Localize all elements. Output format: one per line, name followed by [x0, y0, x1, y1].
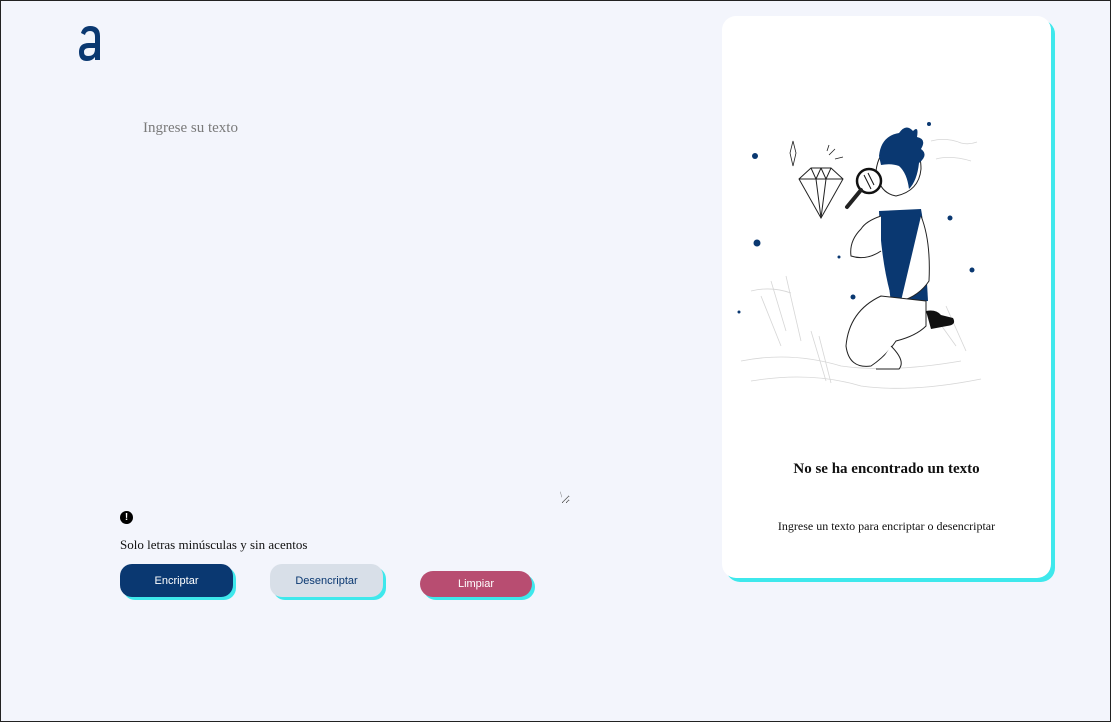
decrypt-button[interactable]: Desencriptar: [270, 564, 383, 597]
text-input[interactable]: [141, 116, 570, 504]
alura-logo: [79, 26, 100, 61]
clear-button[interactable]: Limpiar: [420, 571, 532, 597]
exclamation-circle-icon: !: [120, 511, 133, 524]
no-text-title: No se ha encontrado un texto: [793, 461, 980, 477]
person-with-magnifier-illustration: [737, 122, 982, 389]
encrypt-button[interactable]: Encriptar: [120, 564, 233, 597]
hint-text: Solo letras minúsculas y sin acentos: [120, 537, 308, 552]
no-text-subtitle: Ingrese un texto para encriptar o desenc…: [777, 519, 996, 533]
